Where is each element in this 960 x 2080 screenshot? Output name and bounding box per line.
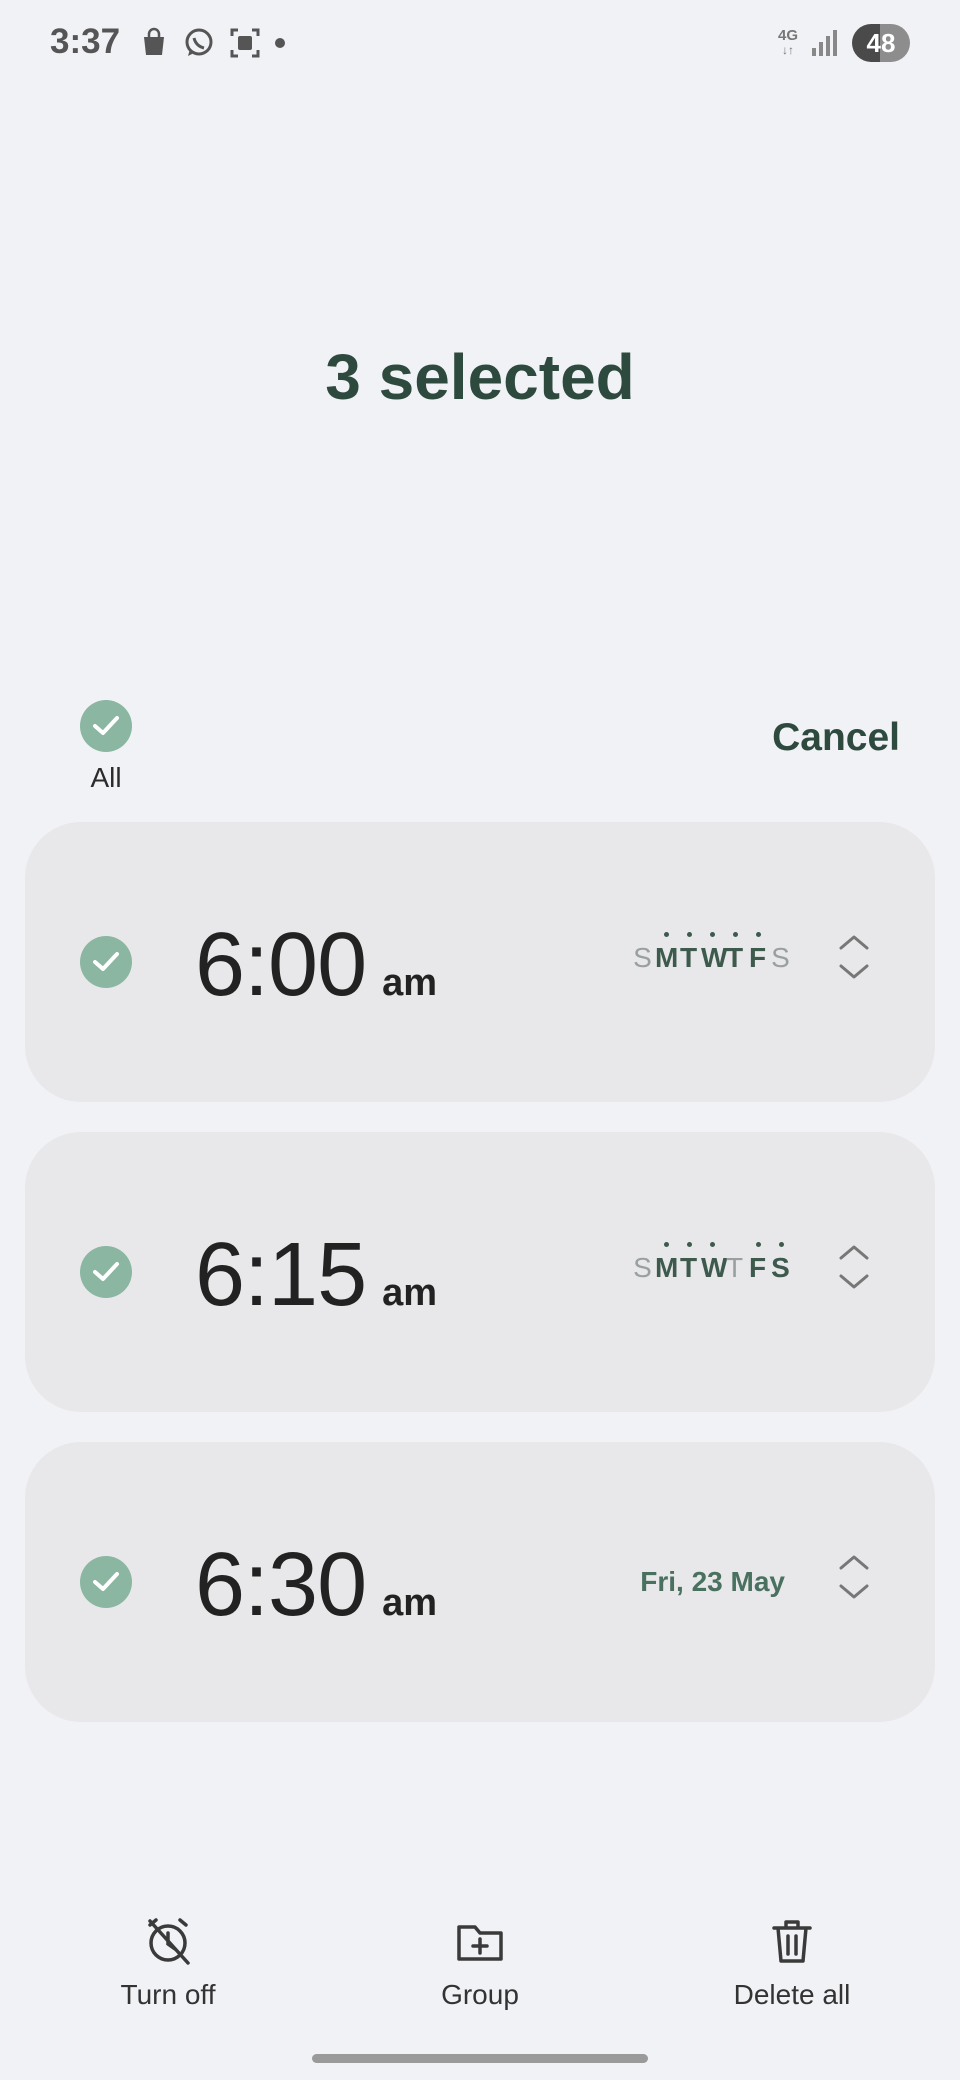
alarm-off-icon [148, 1918, 190, 1965]
weekday-label: S [771, 942, 790, 973]
weekday-label: M [655, 932, 678, 974]
alarm-check-icon[interactable] [80, 1556, 132, 1608]
signal-icon [812, 30, 837, 56]
alarm-time: 6:15 am [195, 1224, 437, 1327]
alarm-ampm: am [382, 1582, 438, 1624]
alarm-ampm: am [382, 1272, 438, 1314]
select-all-label: All [90, 762, 122, 793]
home-indicator[interactable] [312, 2054, 648, 2063]
weekday-active-dot [732, 932, 738, 937]
notification-icons [138, 26, 286, 60]
turn-off-label: Turn off [120, 1979, 216, 2010]
status-time: 3:37 [50, 22, 121, 61]
weekday-label: S [633, 942, 652, 973]
weekday-active-dot [778, 1242, 784, 1247]
delete-all-button[interactable]: Delete all [682, 1915, 902, 2011]
weekday-active-dot [663, 1242, 669, 1247]
alarm-card[interactable]: 6:30 am Fri, 23 May [25, 1442, 935, 1722]
group-button[interactable]: Group [370, 1915, 590, 2011]
weekday-active-dot [755, 932, 761, 937]
folder-add-icon [457, 1925, 503, 1961]
reorder-handle-icon[interactable] [837, 1552, 871, 1602]
select-all-toggle[interactable]: All [76, 700, 136, 794]
alarm-card[interactable]: 6:15 am SMTWTFS [25, 1132, 935, 1412]
battery-indicator: 48 [852, 24, 910, 62]
shopping-bag-icon [144, 27, 164, 55]
weekday-active-dot [686, 932, 692, 937]
weekday-label: T [724, 932, 745, 974]
delete-all-label: Delete all [733, 1979, 851, 2010]
weekday-active-dot [663, 932, 669, 937]
alarm-time: 6:00 am [195, 914, 437, 1017]
alarm-time-value: 6:15 [195, 1225, 367, 1325]
reorder-handle-icon[interactable] [837, 932, 871, 982]
status-right: 4G ↓↑ 48 [778, 24, 910, 62]
turn-off-button[interactable]: Turn off [58, 1915, 278, 2011]
alarm-time-value: 6:00 [195, 915, 367, 1015]
weekday-label: S [633, 1252, 652, 1283]
trash-icon [772, 1920, 812, 1963]
weekday-active-dot [686, 1242, 692, 1247]
reorder-handle-icon[interactable] [837, 1242, 871, 1292]
weekday-label: T [678, 932, 699, 974]
alarm-time-value: 6:30 [195, 1535, 367, 1635]
alarm-days: SMTWTFS [632, 932, 791, 974]
group-label: Group [441, 1979, 519, 2010]
screenshot-icon [230, 28, 260, 58]
network-indicator: 4G ↓↑ [777, 27, 798, 57]
weekday-label: W [701, 932, 727, 974]
alarm-card[interactable]: 6:00 am SMTWTFS [25, 822, 935, 1102]
dot-icon [275, 38, 285, 48]
alarm-date: Fri, 23 May [640, 1566, 785, 1597]
weekday-label: F [747, 1242, 768, 1284]
weekday-label: W [701, 1242, 727, 1284]
weekday-label: T [725, 1252, 744, 1283]
weekday-label: S [770, 1242, 791, 1284]
weekday-active-dot [755, 1242, 761, 1247]
whatsapp-icon [185, 28, 213, 56]
weekday-label: M [655, 1242, 678, 1284]
status-bar: 3:37 4G ↓↑ 48 [0, 0, 960, 90]
weekday-label: T [678, 1242, 699, 1284]
weekday-label: F [747, 932, 768, 974]
page-title: 3 selected [325, 341, 635, 413]
weekday-active-dot [709, 932, 715, 937]
alarm-check-icon[interactable] [80, 936, 132, 988]
alarm-ampm: am [382, 962, 438, 1004]
alarm-days: SMTWTFS [632, 1242, 791, 1284]
cancel-button[interactable]: Cancel [772, 716, 900, 760]
alarm-check-icon[interactable] [80, 1246, 132, 1298]
select-all-check-icon[interactable] [80, 700, 132, 752]
alarm-time: 6:30 am [195, 1534, 437, 1637]
weekday-active-dot [709, 1242, 715, 1247]
